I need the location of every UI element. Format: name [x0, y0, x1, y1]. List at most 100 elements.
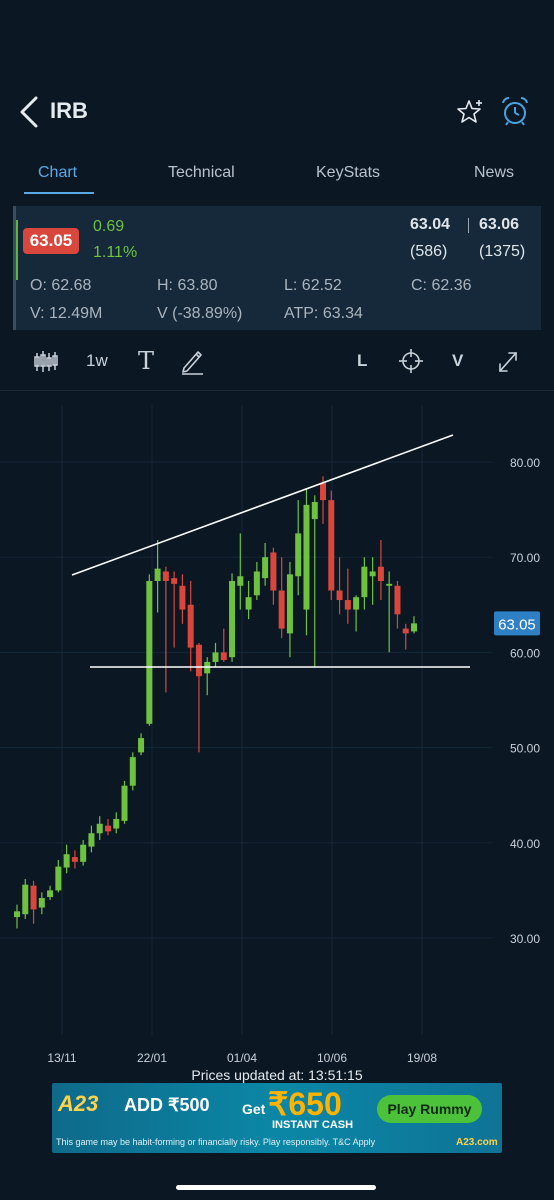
- candle-body: [88, 833, 95, 847]
- tab-news[interactable]: News: [474, 164, 514, 182]
- volume-toggle-button[interactable]: V: [452, 351, 463, 381]
- candle-body: [187, 604, 194, 648]
- bid-quantity: (586): [410, 243, 448, 260]
- candle-body: [220, 652, 227, 661]
- bid-ask-separator: [468, 218, 469, 233]
- ask-quantity: (1375): [479, 243, 526, 260]
- candle-body: [146, 581, 153, 724]
- candle-body: [104, 825, 111, 832]
- interval-selector[interactable]: 1w: [86, 351, 108, 381]
- candle-body: [402, 628, 409, 634]
- ad-logo: A23: [58, 1091, 99, 1116]
- candle-body: [195, 644, 202, 677]
- price-chart[interactable]: 80.00 70.00 60.00 50.00 40.00 30.00 13/11 22/01…: [0, 395, 554, 1085]
- ad-add-text: ADD ₹500: [124, 1095, 210, 1115]
- tab-chart[interactable]: Chart: [38, 164, 77, 182]
- home-indicator: [176, 1185, 376, 1190]
- candle-body: [286, 574, 293, 634]
- volume-value: V: 12.49M: [30, 305, 103, 322]
- candle-body: [262, 557, 269, 579]
- x-axis-tick-label: 13/11: [47, 1051, 76, 1065]
- candle-body: [295, 533, 302, 577]
- fullscreen-expand-icon[interactable]: [496, 346, 520, 376]
- candle-body: [320, 482, 327, 501]
- last-price-badge: 63.05: [23, 228, 79, 254]
- atp-value: ATP: 63.34: [284, 305, 363, 322]
- candle-body: [328, 500, 335, 591]
- candle-body: [278, 590, 285, 629]
- candle-body: [411, 623, 417, 632]
- candle-body: [138, 738, 145, 753]
- candle-body: [80, 844, 87, 862]
- candle-body: [303, 504, 310, 610]
- candle-body: [171, 578, 178, 584]
- candle-body: [229, 581, 236, 658]
- add-watchlist-star-icon[interactable]: [456, 98, 484, 126]
- candle-body: [353, 597, 360, 610]
- active-tab-indicator: [24, 192, 94, 194]
- price-change-percent: 1.11%: [93, 244, 138, 261]
- candle-body: [71, 857, 78, 862]
- ad-domain: A23.com: [456, 1137, 498, 1148]
- candle-body: [179, 585, 186, 610]
- prices-updated-text: Prices updated at: 13:51:15: [191, 1067, 363, 1083]
- candle-body: [336, 590, 343, 601]
- ad-banner[interactable]: A23 ADD ₹500 Get ₹650 INSTANT CASH Play …: [52, 1083, 502, 1153]
- page-title: IRB: [50, 98, 88, 123]
- ask-price: 63.06: [479, 216, 520, 233]
- draw-pencil-icon[interactable]: [179, 346, 205, 376]
- last-price-label: 63.05: [498, 616, 536, 633]
- x-axis-tick-label: 01/04: [227, 1051, 257, 1065]
- play-rummy-button[interactable]: Play Rummy: [377, 1095, 482, 1123]
- candle-body: [129, 757, 136, 786]
- candle-body: [14, 911, 20, 918]
- ad-cash-text: INSTANT CASH: [272, 1119, 354, 1131]
- x-axis-tick-label: 22/01: [137, 1051, 167, 1065]
- candle-body: [47, 890, 54, 898]
- y-axis-tick-label: 40.00: [510, 837, 540, 851]
- candle-body: [38, 898, 45, 908]
- volume-change: V (-38.89%): [157, 305, 243, 322]
- ad-get-text: Get: [242, 1101, 266, 1117]
- candle-body: [63, 854, 70, 868]
- price-change: 0.69: [93, 218, 125, 235]
- candle-body: [30, 885, 37, 910]
- y-axis-tick-label: 60.00: [510, 646, 540, 660]
- up-indicator-bar: [16, 220, 18, 280]
- bid-price: 63.04: [410, 216, 451, 233]
- candle-body: [369, 571, 376, 577]
- candle-body: [253, 571, 260, 596]
- crosshair-icon[interactable]: [398, 346, 424, 376]
- candle-body: [121, 785, 128, 821]
- candle-body: [162, 571, 169, 581]
- y-axis-tick-label: 50.00: [510, 742, 540, 756]
- text-tool-button[interactable]: T: [138, 347, 154, 377]
- candle-body: [113, 819, 120, 829]
- close-value: C: 62.36: [411, 277, 472, 294]
- candle-body: [386, 583, 393, 586]
- quote-panel: 63.05 0.69 1.11% 63.04 63.06 (586) (1375…: [13, 206, 541, 330]
- high-value: H: 63.80: [157, 277, 218, 294]
- app-header: IRB: [0, 70, 554, 150]
- open-value: O: 62.68: [30, 277, 92, 294]
- toolbar-divider: [0, 390, 554, 391]
- log-scale-button[interactable]: L: [357, 351, 367, 381]
- candle-body: [96, 823, 103, 834]
- tab-technical[interactable]: Technical: [168, 164, 235, 182]
- y-axis-tick-label: 80.00: [510, 456, 540, 470]
- resistance-trendline: [71, 434, 454, 576]
- ad-amount: ₹650: [268, 1086, 342, 1122]
- candle-body: [377, 566, 384, 581]
- alarm-clock-icon[interactable]: [498, 94, 532, 128]
- tab-keystats[interactable]: KeyStats: [316, 164, 380, 182]
- low-value: L: 62.52: [284, 277, 342, 294]
- candle-body: [55, 866, 62, 891]
- y-axis-tick-label: 70.00: [510, 551, 540, 565]
- candle-body: [154, 568, 161, 581]
- tab-bar: Chart Technical KeyStats News: [0, 150, 554, 198]
- candlestick-type-icon[interactable]: [33, 346, 59, 376]
- x-axis-tick-label: 10/06: [317, 1051, 347, 1065]
- back-arrow-icon[interactable]: [14, 92, 44, 132]
- x-axis-tick-label: 19/08: [407, 1051, 437, 1065]
- chart-toolbar: 1w T L V: [0, 338, 554, 384]
